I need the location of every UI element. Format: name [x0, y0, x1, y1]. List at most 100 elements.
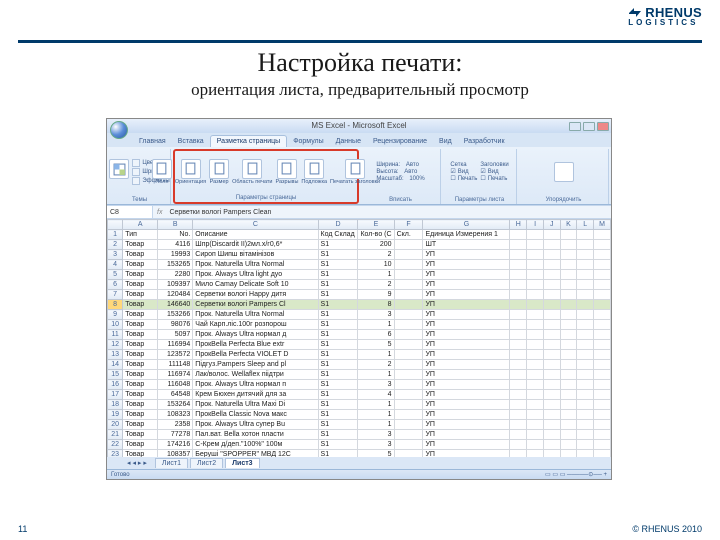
- cell[interactable]: [594, 320, 611, 330]
- cell[interactable]: Сироп Шипш вітамінізов: [193, 250, 318, 260]
- cell[interactable]: [543, 370, 560, 380]
- cell[interactable]: [594, 410, 611, 420]
- cell[interactable]: 10: [358, 260, 394, 270]
- minimize-button[interactable]: [569, 122, 581, 131]
- cell[interactable]: [527, 380, 544, 390]
- cell[interactable]: [577, 410, 594, 420]
- cell[interactable]: [594, 380, 611, 390]
- cell[interactable]: Товар: [123, 300, 158, 310]
- cell[interactable]: 9: [358, 290, 394, 300]
- cell[interactable]: Прок. Always Ultra нормал д: [193, 330, 318, 340]
- cell[interactable]: [577, 330, 594, 340]
- cell[interactable]: [577, 360, 594, 370]
- cell[interactable]: [560, 410, 577, 420]
- cell[interactable]: [510, 330, 527, 340]
- cell[interactable]: Підгуз.Pampers Sleep and pl: [193, 360, 318, 370]
- cell[interactable]: [560, 380, 577, 390]
- cell[interactable]: 8: [358, 300, 394, 310]
- cell[interactable]: Товар: [123, 400, 158, 410]
- width-control[interactable]: Ширина: Авто: [376, 162, 424, 168]
- row-header[interactable]: 4: [108, 260, 123, 270]
- cell[interactable]: [560, 400, 577, 410]
- cell[interactable]: Прок. Naturella Ultra Normal: [193, 260, 318, 270]
- cell[interactable]: [577, 300, 594, 310]
- cell[interactable]: [594, 350, 611, 360]
- cell[interactable]: 146640: [158, 300, 193, 310]
- cell[interactable]: [543, 360, 560, 370]
- cell[interactable]: Единица Измерения 1: [423, 230, 510, 240]
- column-header[interactable]: B: [158, 220, 193, 230]
- cell[interactable]: [510, 350, 527, 360]
- name-box[interactable]: C8: [107, 206, 153, 218]
- cell[interactable]: [394, 270, 423, 280]
- cell[interactable]: [577, 320, 594, 330]
- cell[interactable]: Чай Карп.ліс.100г розпорош: [193, 320, 318, 330]
- cell[interactable]: Товар: [123, 320, 158, 330]
- cell[interactable]: [594, 290, 611, 300]
- cell[interactable]: Товар: [123, 380, 158, 390]
- cell[interactable]: [594, 280, 611, 290]
- cell[interactable]: [527, 280, 544, 290]
- cell[interactable]: 2358: [158, 420, 193, 430]
- cell[interactable]: [527, 400, 544, 410]
- cell[interactable]: 4: [358, 390, 394, 400]
- cell[interactable]: Товар: [123, 350, 158, 360]
- cell[interactable]: [560, 390, 577, 400]
- cell[interactable]: [543, 400, 560, 410]
- row-header[interactable]: 15: [108, 370, 123, 380]
- cell[interactable]: Кол-во (С: [358, 230, 394, 240]
- cell[interactable]: S1: [318, 410, 358, 420]
- cell[interactable]: Товар: [123, 360, 158, 370]
- row-header[interactable]: 19: [108, 410, 123, 420]
- maximize-button[interactable]: [583, 122, 595, 131]
- row-header[interactable]: 5: [108, 270, 123, 280]
- cell[interactable]: S1: [318, 360, 358, 370]
- cell[interactable]: [560, 350, 577, 360]
- cell[interactable]: [577, 440, 594, 450]
- cell[interactable]: УП: [423, 280, 510, 290]
- cell[interactable]: Товар: [123, 410, 158, 420]
- page-setup-icon[interactable]: [209, 159, 229, 179]
- cell[interactable]: S1: [318, 270, 358, 280]
- cell[interactable]: УП: [423, 440, 510, 450]
- cell[interactable]: 1: [358, 400, 394, 410]
- cell[interactable]: [577, 370, 594, 380]
- sheet-tab[interactable]: Лист1: [155, 458, 188, 468]
- office-button-icon[interactable]: [110, 121, 128, 139]
- cell[interactable]: [594, 430, 611, 440]
- cell[interactable]: 5: [358, 450, 394, 458]
- ribbon-tab[interactable]: Формулы: [287, 136, 329, 147]
- cell[interactable]: УП: [423, 430, 510, 440]
- cell[interactable]: [594, 240, 611, 250]
- cell[interactable]: [577, 290, 594, 300]
- cell[interactable]: [560, 370, 577, 380]
- ribbon-tab[interactable]: Главная: [133, 136, 172, 147]
- cell[interactable]: [394, 320, 423, 330]
- cell[interactable]: [594, 310, 611, 320]
- cell[interactable]: Лак/волос. Wellaflex піідтри: [193, 370, 318, 380]
- cell[interactable]: S1: [318, 280, 358, 290]
- cell[interactable]: [510, 450, 527, 458]
- cell[interactable]: [577, 450, 594, 458]
- row-header[interactable]: 2: [108, 240, 123, 250]
- cell[interactable]: Скл.: [394, 230, 423, 240]
- cell[interactable]: S1: [318, 260, 358, 270]
- cell[interactable]: [560, 450, 577, 458]
- column-header[interactable]: D: [318, 220, 358, 230]
- height-control[interactable]: Высота: Авто: [376, 169, 424, 175]
- column-header[interactable]: C: [193, 220, 318, 230]
- cell[interactable]: УП: [423, 290, 510, 300]
- row-header[interactable]: 7: [108, 290, 123, 300]
- cell[interactable]: S1: [318, 430, 358, 440]
- cell[interactable]: [577, 340, 594, 350]
- cell[interactable]: [543, 310, 560, 320]
- cell[interactable]: [394, 430, 423, 440]
- cell[interactable]: [543, 350, 560, 360]
- page-setup-icon[interactable]: [304, 159, 324, 179]
- row-header[interactable]: 23: [108, 450, 123, 458]
- headings-view-checkbox[interactable]: ☑ Вид: [480, 169, 508, 175]
- cell[interactable]: S1: [318, 310, 358, 320]
- cell[interactable]: УП: [423, 420, 510, 430]
- cell[interactable]: [527, 450, 544, 458]
- cell[interactable]: Товар: [123, 260, 158, 270]
